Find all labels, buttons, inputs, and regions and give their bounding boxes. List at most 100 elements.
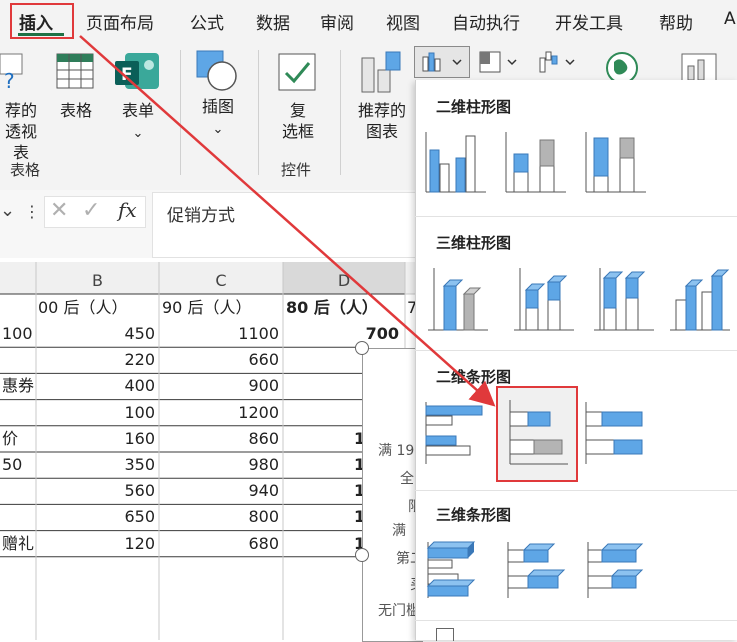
tab-data[interactable]: 数据 [256, 9, 290, 34]
tab-automate[interactable]: 自动执行 [452, 9, 520, 34]
section-3d-column: 三维柱形图 [436, 234, 512, 252]
cell-a[interactable]: 惠券 [2, 373, 36, 399]
pivot-table-label[interactable]: 荐的 透视表 [0, 100, 42, 163]
column-header-c[interactable]: C [159, 268, 283, 294]
dropdown-divider [415, 350, 737, 351]
ribbon-separator [340, 50, 341, 175]
forms-icon[interactable]: F [115, 53, 161, 93]
cancel-icon[interactable]: ✕ [50, 198, 68, 223]
cell-a[interactable]: 赠礼 [2, 531, 36, 557]
confirm-icon[interactable]: ✓ [82, 198, 100, 223]
section-2d-column: 二维柱形图 [436, 98, 512, 116]
stacked-100-column-thumb[interactable] [584, 128, 648, 194]
3d-stacked-bar-thumb[interactable] [504, 538, 568, 604]
waterfall-chart-button[interactable] [536, 48, 582, 76]
cell-a[interactable]: 50 [2, 452, 36, 478]
group-controls-label: 控件 [281, 161, 312, 179]
column-header-d[interactable]: D [283, 268, 405, 294]
tab-formulas[interactable]: 公式 [190, 9, 224, 34]
ribbon-separator [180, 50, 181, 175]
cell-a[interactable] [2, 400, 36, 426]
3d-clustered-column-thumb[interactable] [426, 264, 490, 331]
stacked-column-thumb[interactable] [504, 128, 568, 194]
tab-developer[interactable]: 开发工具 [555, 9, 623, 34]
cell-b[interactable]: 160 [36, 426, 159, 452]
cell-c[interactable]: 1100 [159, 321, 283, 347]
3d-clustered-bar-thumb[interactable] [424, 538, 488, 604]
cell-b[interactable]: 400 [36, 373, 159, 399]
cell-c[interactable]: 900 [159, 373, 283, 399]
more-options-icon[interactable]: ⋮ [24, 202, 40, 221]
cell-b[interactable]: 220 [36, 347, 159, 373]
cell-a[interactable] [2, 478, 36, 504]
chart-axis-label: 满 [392, 523, 406, 539]
tab-more[interactable]: A [724, 9, 736, 29]
cell-a[interactable] [2, 504, 36, 530]
cell-c[interactable]: 980 [159, 452, 283, 478]
illustrations-label[interactable]: 插图 ⌄ [196, 96, 240, 140]
checkbox-icon[interactable] [278, 53, 318, 93]
clustered-bar-thumb[interactable] [424, 400, 488, 466]
shapes-icon[interactable] [196, 50, 240, 92]
chart-area[interactable] [362, 348, 423, 642]
chart-axis-label: 全 [400, 471, 414, 487]
column-chart-button[interactable] [414, 46, 470, 78]
svg-text:F: F [121, 65, 133, 85]
cell-c[interactable]: 1200 [159, 400, 283, 426]
tab-help[interactable]: 帮助 [659, 9, 693, 34]
cell-a[interactable]: 价 [2, 426, 36, 452]
recommended-charts-label[interactable]: 推荐的 图表 [352, 100, 412, 142]
chart-axis-label: 无门槛 [378, 603, 420, 619]
3d-stacked-column-thumb[interactable] [512, 264, 576, 331]
cell-d-first[interactable]: 700 [283, 321, 403, 347]
cell-b[interactable]: 450 [36, 321, 159, 347]
3d-stacked-100-column-thumb[interactable] [592, 264, 656, 331]
chart-resize-handle-mid[interactable] [355, 548, 369, 562]
clustered-column-thumb[interactable] [424, 128, 488, 194]
header-cell-70s[interactable]: 7 [407, 295, 415, 321]
tab-review[interactable]: 审阅 [320, 9, 354, 34]
cell-b[interactable]: 560 [36, 478, 159, 504]
cell-b[interactable]: 100 [36, 400, 159, 426]
formula-input[interactable]: 促销方式 [152, 192, 454, 258]
cell-c[interactable]: 800 [159, 504, 283, 530]
chart-resize-handle-top[interactable] [355, 341, 369, 355]
cell-c[interactable]: 860 [159, 426, 283, 452]
hierarchy-chart-button[interactable] [478, 48, 524, 76]
dropdown-divider [415, 620, 737, 621]
section-2d-bar: 二维条形图 [436, 368, 512, 386]
cell-b[interactable]: 650 [36, 504, 159, 530]
dropdown-divider [415, 216, 737, 217]
checkbox-label[interactable]: 复选框 [276, 100, 320, 142]
table-label[interactable]: 表格 [56, 100, 96, 121]
header-cell-80s[interactable]: 80 后（人） [286, 295, 404, 321]
insert-function-icon[interactable]: fx [118, 198, 137, 222]
table-icon[interactable] [56, 53, 96, 91]
3d-column-thumb[interactable] [668, 264, 732, 331]
stacked-100-bar-thumb[interactable] [584, 400, 648, 466]
cell-c[interactable]: 680 [159, 531, 283, 557]
svg-text:?: ? [4, 69, 15, 92]
header-cell-90s[interactable]: 90 后（人） [162, 295, 282, 321]
column-header-b[interactable]: B [36, 268, 159, 294]
formula-value: 促销方式 [167, 206, 235, 226]
cell-b[interactable]: 120 [36, 531, 159, 557]
chart-axis-label: 满 19 [378, 443, 415, 459]
recommended-charts-icon[interactable] [360, 50, 404, 94]
stacked-bar-selected[interactable] [496, 386, 578, 482]
cell-c[interactable]: 940 [159, 478, 283, 504]
tab-insert[interactable]: 插入 [19, 9, 53, 34]
tab-page-layout[interactable]: 页面布局 [86, 9, 154, 34]
group-tables-label: 表格 [10, 161, 41, 179]
cell-a[interactable]: 100 [2, 321, 36, 347]
cell-a[interactable] [2, 347, 36, 373]
cell-b[interactable]: 350 [36, 452, 159, 478]
3d-stacked-100-bar-thumb[interactable] [584, 538, 648, 604]
header-cell-00s[interactable]: 00 后（人） [38, 295, 158, 321]
tab-view[interactable]: 视图 [386, 9, 420, 34]
cell-c[interactable]: 660 [159, 347, 283, 373]
dropdown-divider [415, 490, 737, 491]
forms-label[interactable]: 表单 ⌄ [116, 100, 160, 144]
more-charts-icon[interactable] [436, 628, 454, 641]
namebox-dropdown-icon[interactable]: ⌄ [0, 200, 15, 226]
